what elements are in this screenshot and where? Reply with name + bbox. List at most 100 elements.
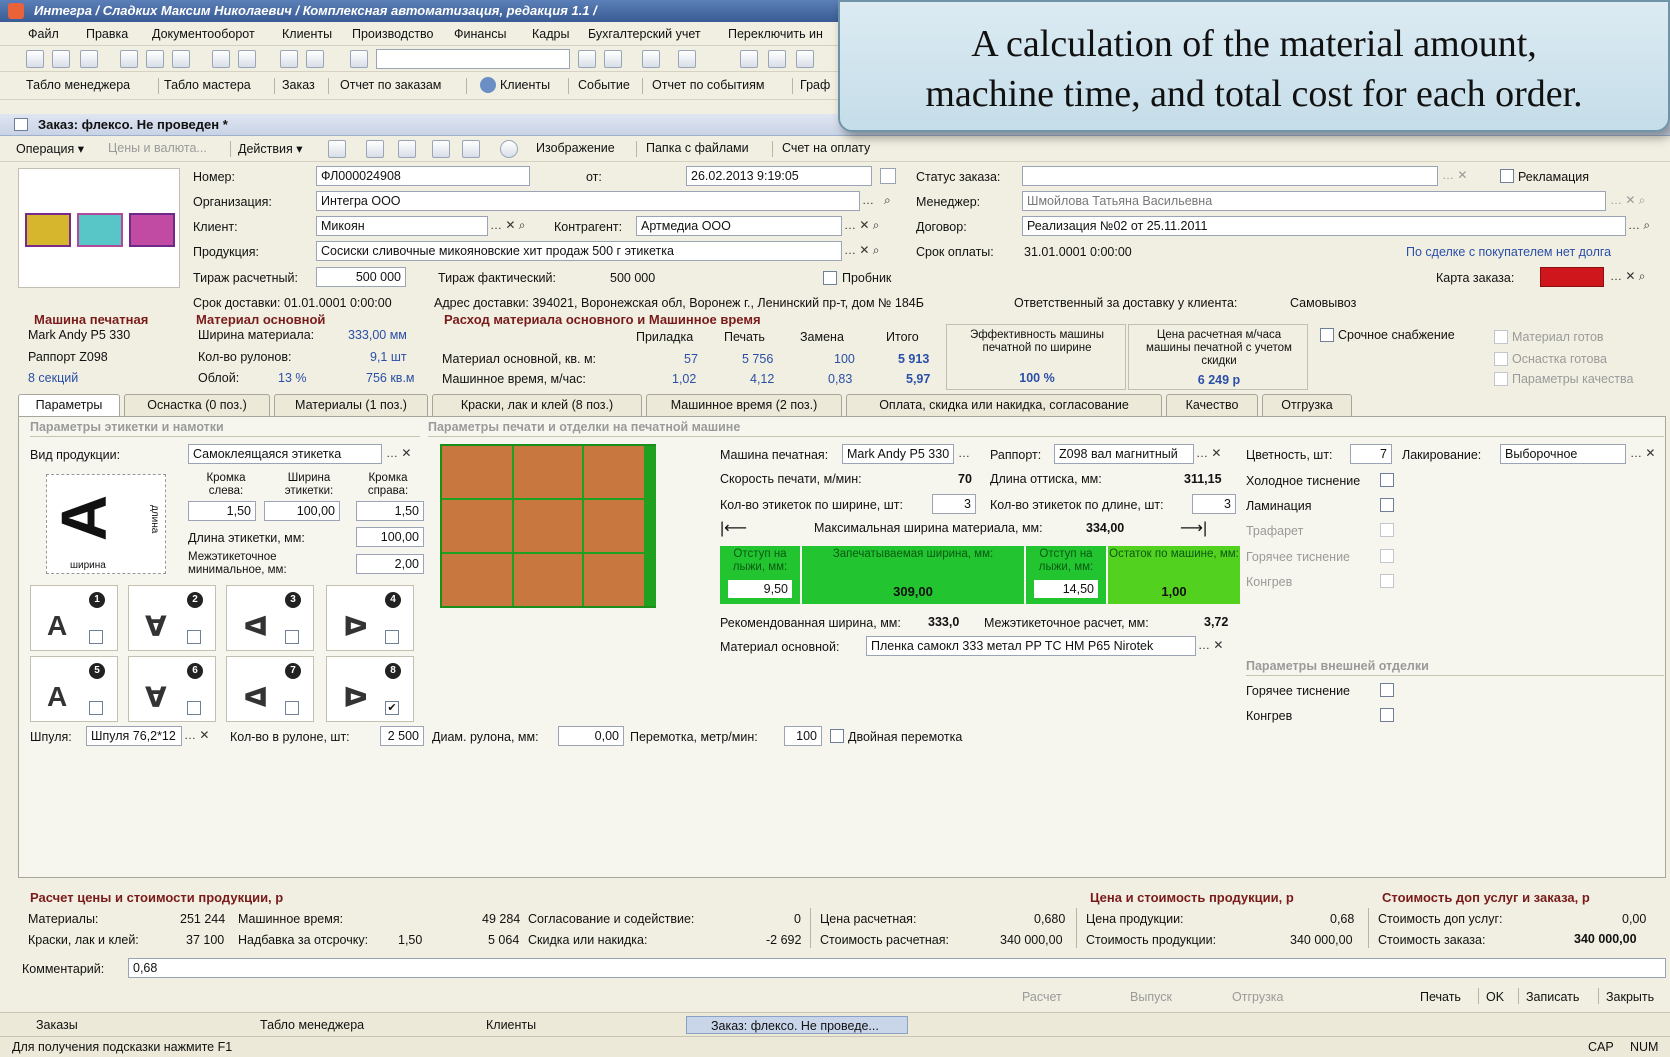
tooling-ready-checkbox[interactable] bbox=[1494, 352, 1508, 366]
roll-option-6[interactable]: 6 ∀ bbox=[128, 656, 216, 722]
redo-icon[interactable] bbox=[306, 50, 324, 68]
task-clients[interactable]: Клиенты bbox=[462, 1016, 672, 1034]
date-field[interactable]: 26.02.2013 9:19:05 bbox=[686, 166, 872, 186]
print-machine-field[interactable]: Mark Andy P5 330 bbox=[842, 444, 954, 464]
roll-checkbox[interactable] bbox=[285, 701, 299, 715]
base-material-field[interactable]: Пленка самокл 333 метал PP TC HM P65 Nir… bbox=[866, 636, 1196, 656]
counterparty-field[interactable]: Артмедиа ООО bbox=[636, 216, 842, 236]
print-machine-choose-button[interactable]: … bbox=[958, 446, 970, 460]
number-field[interactable]: ФЛ000024908 bbox=[316, 166, 530, 186]
save-button[interactable]: Записать bbox=[1526, 990, 1579, 1004]
nav-manager-board[interactable]: Табло менеджера bbox=[26, 78, 130, 92]
nav-clients[interactable]: Клиенты bbox=[500, 78, 550, 92]
menu-hr[interactable]: Кадры bbox=[532, 27, 569, 41]
print-rapport-choose-button[interactable]: … ✕ bbox=[1196, 446, 1221, 460]
label-length-field[interactable]: 100,00 bbox=[356, 527, 424, 547]
roll-option-1[interactable]: 1A bbox=[30, 585, 118, 651]
org-choose-button[interactable]: … bbox=[862, 193, 874, 207]
label-width-field[interactable]: 100,00 bbox=[264, 501, 340, 521]
tab-quality[interactable]: Качество bbox=[1166, 394, 1258, 416]
tab-parameters[interactable]: Параметры bbox=[18, 394, 120, 417]
shipping-button[interactable]: Отгрузка bbox=[1232, 990, 1284, 1004]
sample-checkbox[interactable] bbox=[823, 271, 837, 285]
close-button[interactable]: Закрыть bbox=[1606, 990, 1654, 1004]
base-material-choose-button[interactable]: … ✕ bbox=[1198, 638, 1223, 652]
client-field[interactable]: Микоян bbox=[316, 216, 488, 236]
run-calc-field[interactable]: 500 000 bbox=[316, 267, 406, 287]
roll-option-3[interactable]: 3ᐊ bbox=[226, 585, 314, 651]
cut-icon[interactable] bbox=[120, 50, 138, 68]
debt-link[interactable]: По сделке с покупателем нет долга bbox=[1406, 245, 1611, 259]
rewind-field[interactable]: 100 bbox=[784, 726, 822, 746]
product-field[interactable]: Сосиски сливочные микояновские хит прода… bbox=[316, 241, 842, 261]
tab-machine-time[interactable]: Машинное время (2 поз.) bbox=[646, 394, 842, 416]
order-card-color[interactable] bbox=[1540, 267, 1604, 287]
undo-icon[interactable] bbox=[280, 50, 298, 68]
menu-clients[interactable]: Клиенты bbox=[282, 27, 332, 41]
task-orders[interactable]: Заказы bbox=[12, 1016, 222, 1034]
nav-events-report[interactable]: Отчет по событиям bbox=[652, 78, 764, 92]
client-choose-button[interactable]: … ✕ ⌕ bbox=[490, 218, 525, 233]
claim-checkbox[interactable] bbox=[1500, 169, 1514, 183]
image-button[interactable]: Изображение bbox=[536, 141, 615, 155]
nav-orders-report[interactable]: Отчет по заказам bbox=[340, 78, 441, 92]
material-ready-checkbox[interactable] bbox=[1494, 330, 1508, 344]
cold-foil-checkbox[interactable] bbox=[1380, 473, 1394, 487]
product-image[interactable] bbox=[18, 168, 180, 288]
ext-embossing-checkbox[interactable] bbox=[1380, 708, 1394, 722]
copy-icon[interactable] bbox=[146, 50, 164, 68]
roll-checkbox[interactable] bbox=[187, 630, 201, 644]
urgent-supply-checkbox[interactable] bbox=[1320, 328, 1334, 342]
window-icon[interactable] bbox=[642, 50, 660, 68]
status-field[interactable] bbox=[1022, 166, 1438, 186]
print-rapport-field[interactable]: Z098 вал магнитный bbox=[1054, 444, 1194, 464]
roll-checkbox[interactable] bbox=[89, 701, 103, 715]
core-choose-button[interactable]: … ✕ bbox=[184, 728, 209, 742]
files-folder-button[interactable]: Папка с файлами bbox=[646, 141, 749, 155]
roll-checkbox-checked[interactable]: ✔ bbox=[385, 701, 399, 715]
menu-finance[interactable]: Финансы bbox=[454, 27, 506, 41]
print-icon[interactable] bbox=[212, 50, 230, 68]
manager-field[interactable]: Шмойлова Татьяна Васильевна bbox=[1022, 191, 1606, 211]
calendar-button[interactable] bbox=[880, 168, 896, 184]
colors-field[interactable]: 7 bbox=[1350, 444, 1392, 464]
left-indent-field[interactable]: 9,50 bbox=[728, 580, 792, 598]
comment-field[interactable]: 0,68 bbox=[128, 958, 1666, 978]
product-choose-button[interactable]: … ✕ ⌕ bbox=[844, 243, 879, 258]
org-search-icon[interactable]: ⌕ bbox=[884, 193, 891, 208]
actions-menu[interactable]: Действия ▾ bbox=[238, 141, 303, 156]
menu-accounting[interactable]: Бухгалтерский учет bbox=[588, 27, 701, 41]
quality-params-checkbox[interactable] bbox=[1494, 372, 1508, 386]
org-field[interactable]: Интегра ООО bbox=[316, 191, 860, 211]
roll-option-2[interactable]: 2 ∀ bbox=[128, 585, 216, 651]
status-clear-button[interactable]: … ✕ bbox=[1442, 168, 1467, 182]
manager-choose-button[interactable]: … ✕ ⌕ bbox=[1610, 193, 1645, 208]
roll-option-8[interactable]: 8 ᐅ ✔ bbox=[326, 656, 414, 722]
double-rewind-checkbox[interactable] bbox=[830, 729, 844, 743]
varnish-field[interactable]: Выборочное bbox=[1500, 444, 1626, 464]
gap-field[interactable]: 2,00 bbox=[356, 554, 424, 574]
prices-currency-button[interactable]: Цены и валюта... bbox=[108, 141, 207, 155]
info-icon[interactable] bbox=[678, 50, 696, 68]
calendar-icon[interactable] bbox=[768, 50, 786, 68]
menu-docflow[interactable]: Документооборот bbox=[152, 27, 255, 41]
lamination-checkbox[interactable] bbox=[1380, 498, 1394, 512]
menu-switch[interactable]: Переключить ин bbox=[728, 27, 823, 41]
stencil-checkbox[interactable] bbox=[1380, 523, 1394, 537]
users-icon[interactable] bbox=[796, 50, 814, 68]
search-icon[interactable] bbox=[350, 50, 368, 68]
open-icon[interactable] bbox=[52, 50, 70, 68]
product-type-choose-button[interactable]: … ✕ bbox=[386, 446, 411, 460]
across-field[interactable]: 3 bbox=[932, 494, 976, 514]
preview-icon[interactable] bbox=[238, 50, 256, 68]
roll-checkbox[interactable] bbox=[89, 630, 103, 644]
menu-edit[interactable]: Правка bbox=[86, 27, 128, 41]
operation-menu[interactable]: Операция ▾ bbox=[16, 141, 84, 156]
nav-master-board[interactable]: Табло мастера bbox=[164, 78, 251, 92]
per-roll-field[interactable]: 2 500 bbox=[380, 726, 424, 746]
roll-checkbox[interactable] bbox=[385, 630, 399, 644]
edge-left-field[interactable]: 1,50 bbox=[188, 501, 256, 521]
tab-payment[interactable]: Оплата, скидка или накидка, согласование bbox=[846, 394, 1162, 416]
help-icon[interactable] bbox=[500, 140, 518, 158]
paste-icon[interactable] bbox=[172, 50, 190, 68]
